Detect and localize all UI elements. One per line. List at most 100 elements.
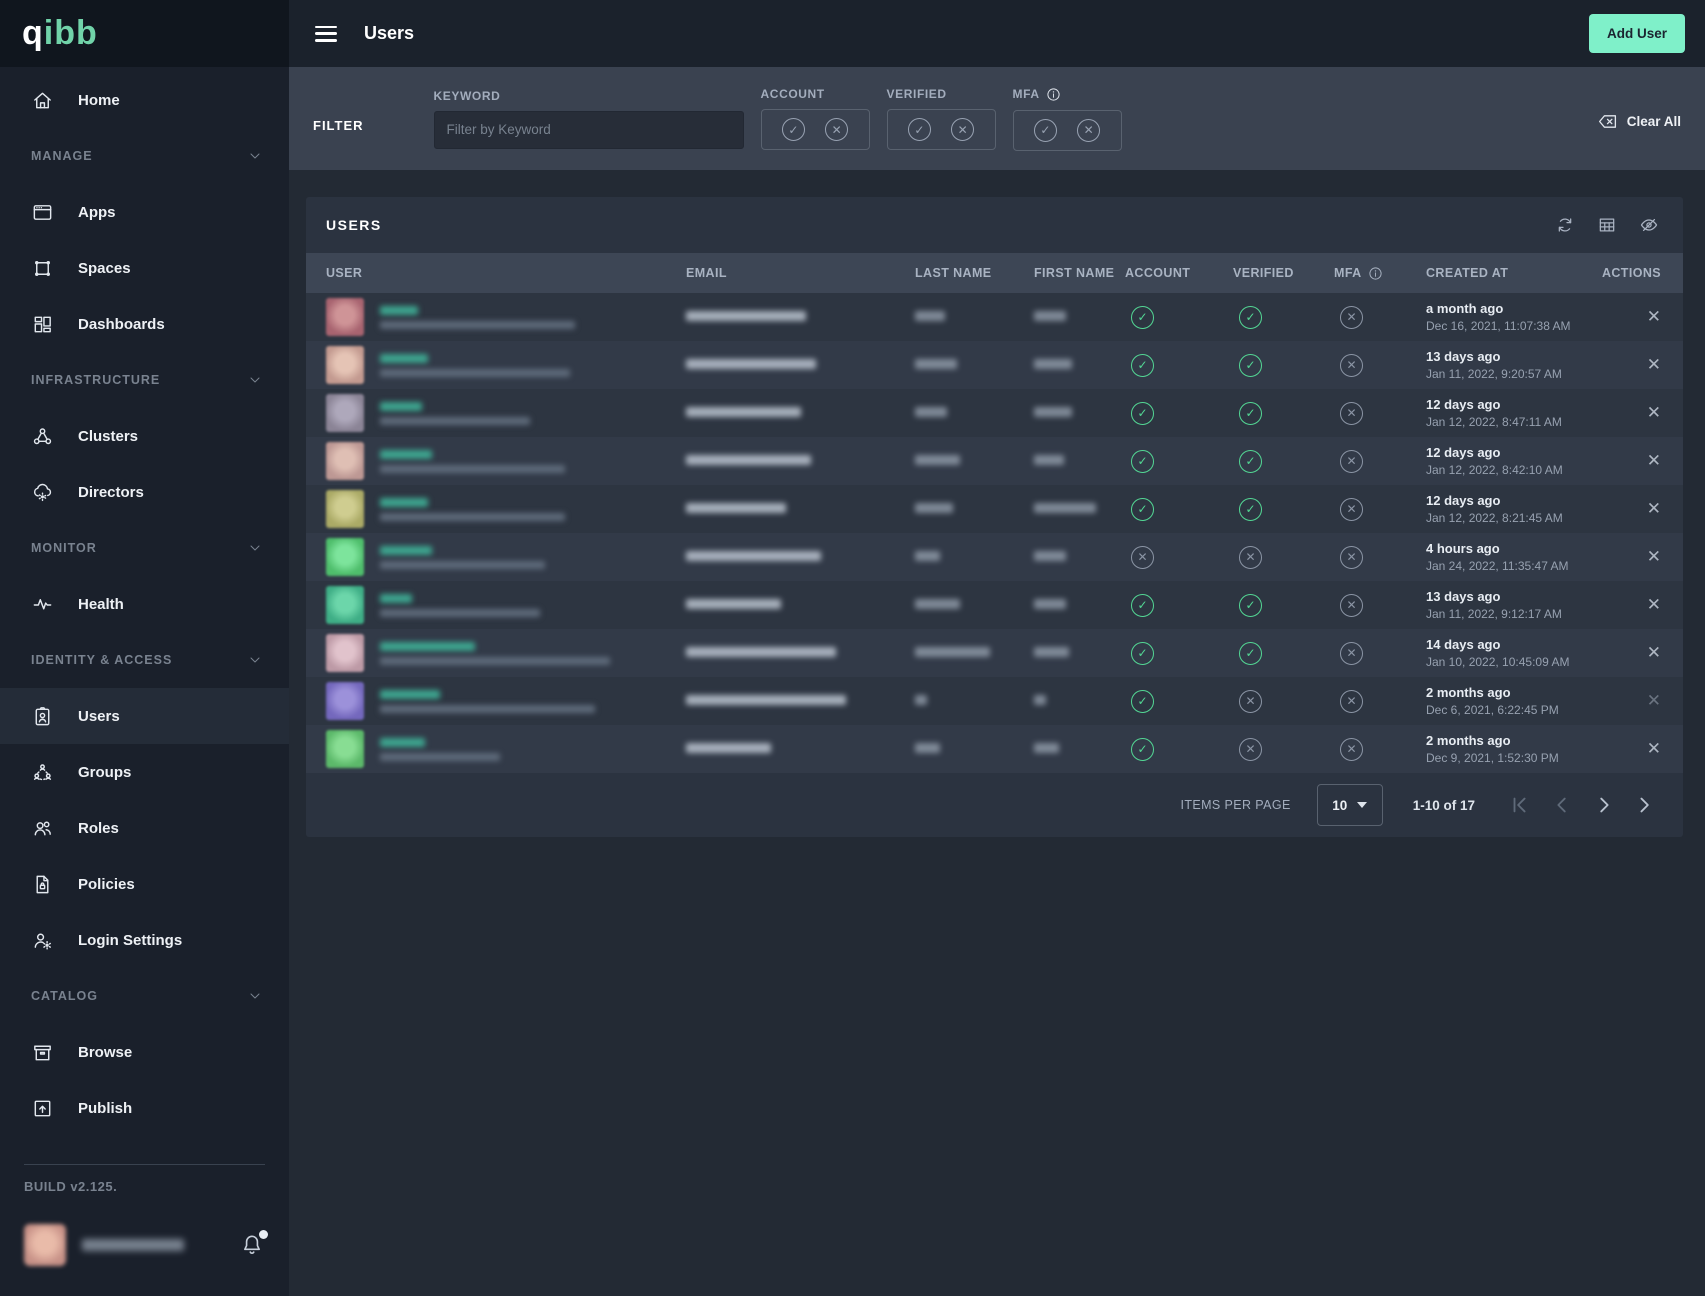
filter-bar: FILTER KEYWORD ACCOUNT ✓ ✕ VERIFIED ✓ ✕ … (289, 67, 1705, 170)
users-icon (31, 705, 54, 728)
notifications-button[interactable] (239, 1232, 265, 1258)
apps-icon (31, 201, 54, 224)
sidebar-item-browse[interactable]: Browse (0, 1024, 289, 1080)
delete-user-button[interactable]: ✕ (1647, 739, 1661, 758)
main: Users Add User FILTER KEYWORD ACCOUNT ✓ … (289, 0, 1705, 1296)
table-body: ✓ ✓ ✕ a month ago Dec 16, 2021, 11:07:38… (306, 293, 1683, 773)
username-link-redacted[interactable] (380, 690, 440, 699)
sidebar-section-monitor[interactable]: MONITOR (0, 520, 289, 576)
delete-user-button[interactable]: ✕ (1647, 499, 1661, 518)
sidebar-item-users[interactable]: Users (0, 688, 289, 744)
avatar (326, 298, 364, 336)
verified-status-icon: ✕ (1239, 690, 1262, 713)
account-filter-no-button[interactable]: ✕ (825, 118, 848, 141)
delete-user-button[interactable]: ✕ (1647, 355, 1661, 374)
sidebar-item-roles[interactable]: Roles (0, 800, 289, 856)
created-at-absolute: Jan 24, 2022, 11:35:47 AM (1426, 559, 1605, 573)
delete-user-button[interactable]: ✕ (1647, 595, 1661, 614)
created-at-relative: 12 days ago (1426, 397, 1605, 412)
page-range: 1-10 of 17 (1413, 798, 1475, 813)
delete-user-button[interactable]: ✕ (1647, 307, 1661, 326)
username-link-redacted[interactable] (380, 642, 475, 651)
created-at-relative: 13 days ago (1426, 349, 1605, 364)
username-link-redacted[interactable] (380, 594, 412, 603)
previous-page-button[interactable] (1551, 794, 1573, 816)
username-link-redacted[interactable] (380, 738, 425, 747)
page-size-select[interactable]: 10 (1317, 784, 1383, 826)
table-row: ✓ ✓ ✕ 12 days ago Jan 12, 2022, 8:42:10 … (306, 437, 1683, 485)
sidebar-section-manage[interactable]: MANAGE (0, 128, 289, 184)
refresh-icon[interactable] (1555, 215, 1575, 235)
logo[interactable]: qibb (0, 0, 289, 67)
next-page-button[interactable] (1593, 794, 1615, 816)
first-name-redacted (1034, 359, 1072, 369)
created-at-absolute: Jan 12, 2022, 8:47:11 AM (1426, 415, 1605, 429)
last-name-redacted (915, 359, 957, 369)
verified-filter-yes-button[interactable]: ✓ (908, 118, 931, 141)
delete-user-button[interactable]: ✕ (1647, 451, 1661, 470)
eye-off-icon[interactable] (1639, 215, 1659, 235)
sidebar-item-publish[interactable]: Publish (0, 1080, 289, 1136)
created-at-absolute: Jan 11, 2022, 9:20:57 AM (1426, 367, 1605, 381)
info-icon[interactable] (1046, 87, 1061, 102)
mfa-filter-toggle: ✓ ✕ (1013, 110, 1122, 151)
verified-filter-no-button[interactable]: ✕ (951, 118, 974, 141)
delete-user-button[interactable]: ✕ (1647, 643, 1661, 662)
sidebar-section-infrastructure[interactable]: INFRASTRUCTURE (0, 352, 289, 408)
account-status-icon: ✓ (1131, 642, 1154, 665)
sidebar-item-groups[interactable]: Groups (0, 744, 289, 800)
sidebar-nav: Home MANAGE Apps Spaces Dashboards INFRA… (0, 67, 289, 1136)
delete-user-button[interactable]: ✕ (1647, 403, 1661, 422)
sidebar-item-login-settings[interactable]: Login Settings (0, 912, 289, 968)
mfa-filter-yes-button[interactable]: ✓ (1034, 119, 1057, 142)
sidebar-item-health[interactable]: Health (0, 576, 289, 632)
username-link-redacted[interactable] (380, 402, 422, 411)
first-name-redacted (1034, 647, 1069, 657)
column-header-verified: VERIFIED (1233, 266, 1334, 280)
username-link-redacted[interactable] (380, 546, 432, 555)
sidebar-item-policies[interactable]: Policies (0, 856, 289, 912)
keyword-filter-input[interactable] (434, 111, 744, 149)
last-page-button[interactable] (1635, 794, 1657, 816)
publish-icon (31, 1097, 54, 1120)
topbar: Users Add User (289, 0, 1705, 67)
username-link-redacted[interactable] (380, 450, 432, 459)
account-filter-yes-button[interactable]: ✓ (782, 118, 805, 141)
account-status-icon: ✓ (1131, 690, 1154, 713)
sidebar-section-identity-access[interactable]: IDENTITY & ACCESS (0, 632, 289, 688)
sidebar-section-catalog[interactable]: CATALOG (0, 968, 289, 1024)
mfa-filter-no-button[interactable]: ✕ (1077, 119, 1100, 142)
sidebar-item-spaces[interactable]: Spaces (0, 240, 289, 296)
sidebar-item-apps[interactable]: Apps (0, 184, 289, 240)
username-link-redacted[interactable] (380, 354, 428, 363)
sidebar-item-dashboards[interactable]: Dashboards (0, 296, 289, 352)
account-filter-toggle: ✓ ✕ (761, 109, 870, 150)
profile-row[interactable] (24, 1224, 265, 1266)
sidebar-item-clusters[interactable]: Clusters (0, 408, 289, 464)
table-columns-icon[interactable] (1597, 215, 1617, 235)
add-user-button[interactable]: Add User (1589, 14, 1685, 53)
logo-text-ibb: ibb (44, 14, 98, 52)
info-icon[interactable] (1368, 266, 1383, 281)
logo-text-q: q (22, 14, 44, 52)
user-id-redacted (380, 561, 545, 569)
card-title: USERS (326, 217, 382, 233)
delete-user-button[interactable]: ✕ (1647, 547, 1661, 566)
clear-all-filters-button[interactable]: Clear All (1597, 111, 1681, 132)
column-header-mfa: MFA (1334, 266, 1362, 280)
mfa-filter-label: MFA (1013, 87, 1040, 101)
account-status-icon: ✓ (1131, 402, 1154, 425)
menu-button[interactable] (315, 26, 337, 42)
last-name-redacted (915, 311, 945, 321)
sidebar-item-directors[interactable]: Directors (0, 464, 289, 520)
username-link-redacted[interactable] (380, 306, 418, 315)
sidebar-item-home[interactable]: Home (0, 72, 289, 128)
delete-user-button[interactable]: ✕ (1647, 691, 1661, 710)
mfa-status-icon: ✕ (1340, 354, 1363, 377)
account-status-icon: ✓ (1131, 450, 1154, 473)
user-id-redacted (380, 369, 570, 377)
first-page-button[interactable] (1509, 794, 1531, 816)
last-name-redacted (915, 407, 947, 417)
username-link-redacted[interactable] (380, 498, 428, 507)
first-name-redacted (1034, 551, 1066, 561)
